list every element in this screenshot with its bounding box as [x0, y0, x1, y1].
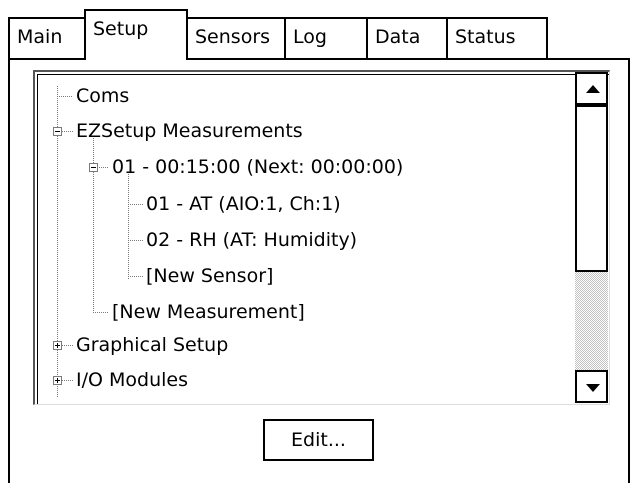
tree-connector — [93, 312, 109, 313]
tree-item-io-modules[interactable]: I/O Modules — [74, 368, 190, 392]
vertical-scrollbar[interactable] — [575, 72, 608, 403]
tab-data[interactable]: Data — [366, 17, 448, 58]
tree-item-ezsetup-measurements[interactable]: EZSetup Measurements — [74, 119, 305, 143]
panel-border-right — [628, 58, 630, 483]
tree-connector — [62, 380, 73, 381]
tree-connector — [62, 131, 73, 132]
tab-sensors[interactable]: Sensors — [186, 17, 286, 58]
tree-item-new-measurement[interactable]: [New Measurement] — [110, 300, 307, 324]
panel-border-top-middle — [188, 58, 548, 60]
scroll-down-button[interactable] — [575, 370, 608, 403]
tab-status[interactable]: Status — [446, 17, 548, 58]
scrollbar-thumb[interactable] — [575, 105, 608, 272]
tree-connector — [128, 240, 143, 241]
tree-connector — [128, 172, 129, 279]
tree-item-graphical-setup[interactable]: Graphical Setup — [74, 333, 230, 357]
tree-item-sensor-rh[interactable]: 02 - RH (AT: Humidity) — [144, 228, 359, 252]
collapse-icon[interactable] — [89, 163, 98, 172]
arrow-down-icon — [586, 384, 600, 392]
tree-connector — [128, 204, 143, 205]
tree-item-coms[interactable]: Coms — [74, 84, 131, 108]
panel-border-top — [546, 58, 630, 60]
arrow-up-icon — [586, 85, 600, 93]
tree-connector — [62, 345, 73, 346]
collapse-icon[interactable] — [53, 127, 62, 136]
tree-connector — [99, 167, 109, 168]
scroll-up-button[interactable] — [575, 72, 608, 105]
panel-border-left — [8, 58, 10, 483]
tree-item-measurement-01[interactable]: 01 - 00:15:00 (Next: 00:00:00) — [110, 155, 405, 179]
tab-main[interactable]: Main — [8, 17, 86, 58]
setup-window: Main Setup Sensors Log Data Status Coms … — [0, 0, 637, 483]
tree-item-new-sensor[interactable]: [New Sensor] — [144, 264, 275, 288]
expand-icon[interactable] — [53, 376, 62, 385]
tab-setup[interactable]: Setup — [84, 9, 188, 62]
edit-button[interactable]: Edit... — [263, 419, 374, 461]
tree-connector — [128, 276, 143, 277]
tab-log[interactable]: Log — [284, 17, 368, 58]
expand-icon[interactable] — [53, 341, 62, 350]
tree-item-sensor-at[interactable]: 01 - AT (AIO:1, Ch:1) — [144, 192, 343, 216]
tree-connector — [57, 96, 73, 97]
